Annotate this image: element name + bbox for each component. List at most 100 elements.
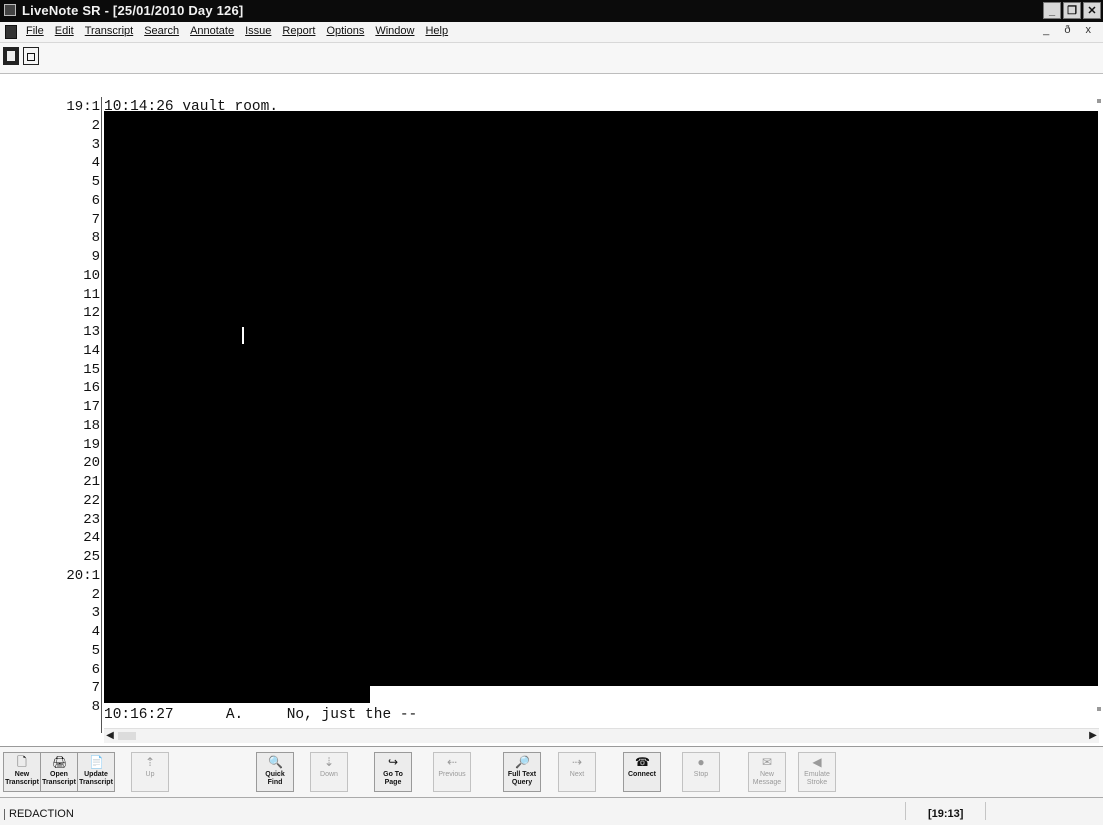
down-icon: ⇣ (323, 755, 335, 769)
minimize-button[interactable]: _ (1043, 2, 1061, 19)
connect-button[interactable]: ☎ Connect (623, 752, 661, 792)
menu-search[interactable]: Search (144, 25, 179, 37)
mdi-controls[interactable]: _ ð x (1043, 24, 1097, 36)
menu-file[interactable]: File (26, 25, 44, 37)
transcript-line-last[interactable]: 10:16:27 A. No, just the -- (104, 707, 417, 723)
menu-edit[interactable]: Edit (55, 25, 74, 37)
emulate-stroke-icon: ◀ (812, 755, 822, 769)
menu-transcript[interactable]: Transcript (85, 25, 134, 37)
menu-options[interactable]: Options (326, 25, 364, 37)
line-number-gutter: 19:1 2 3 4 5 6 7 8 9 10 11 12 13 14 15 16 17 18 19 20 21 22 23… (0, 99, 100, 723)
line-number: 20:1 (66, 567, 100, 584)
menu-issue[interactable]: Issue (245, 25, 271, 37)
scroll-left-arrow-icon[interactable]: ◀ (104, 730, 116, 742)
menu-help[interactable]: Help (425, 25, 448, 37)
toolbar-button-label: Emulate Stroke (804, 771, 830, 786)
toolbar-button-label: Full Text Query (507, 771, 537, 786)
menu-window[interactable]: Window (375, 25, 414, 37)
toolbar-button-label: New Message (752, 771, 782, 786)
status-divider (985, 802, 986, 820)
connect-icon: ☎ (635, 755, 650, 769)
previous-icon: ⇠ (446, 755, 458, 769)
cursor-position: [19:13] (928, 808, 964, 820)
line-number: 24 (83, 530, 100, 547)
line-number: 21 (83, 474, 100, 490)
view-toolbar (0, 43, 1103, 74)
toolbar-button-label: New Transcript (5, 771, 39, 786)
go-to-page-icon: ↪ (387, 755, 399, 769)
transcript-pane[interactable]: 19:1 2 3 4 5 6 7 8 9 10 11 12 13 14 15 16 17 18 19 20 21 22 23… (0, 95, 1103, 743)
full-text-query-icon: 🔎 (515, 755, 530, 769)
line-number: 18 (83, 417, 100, 434)
redaction-block-tail (104, 685, 370, 703)
up-button[interactable]: ⇡ Up (131, 752, 169, 792)
previous-button[interactable]: ⇠ Previous (433, 752, 471, 792)
quick-find-button[interactable]: 🔍 Quick Find (256, 752, 294, 792)
scroll-right-arrow-icon[interactable]: ▶ (1087, 730, 1099, 742)
line-number: 12 (83, 305, 100, 322)
line-number: 4 (91, 155, 100, 172)
vertical-scroll-marker-bottom[interactable] (1097, 707, 1101, 711)
line-number: 19 (83, 436, 100, 453)
new-message-icon: ✉ (761, 755, 773, 769)
close-button[interactable]: ✕ (1083, 2, 1101, 19)
lock-icon[interactable] (23, 47, 39, 65)
line-number: 3 (91, 136, 100, 153)
restore-button[interactable]: ❐ (1063, 2, 1081, 19)
app-icon[interactable] (4, 4, 16, 16)
stop-button[interactable]: ● Stop (682, 752, 720, 792)
line-number: 23 (83, 511, 100, 528)
next-icon: ⇢ (571, 755, 583, 769)
title-bar: LiveNote SR - [25/01/2010 Day 126] _ ❐ ✕ (0, 0, 1103, 22)
new-transcript-button[interactable]: 🗋 New Transcript (3, 752, 41, 792)
main-toolbar: 🗋 New Transcript 🖨 Open Transcript 📄 Update T… (0, 746, 1103, 797)
scroll-thumb[interactable] (118, 732, 136, 740)
line-number: 11 (83, 286, 100, 303)
line-number: 5 (91, 642, 100, 659)
vertical-scroll-marker-top[interactable] (1097, 99, 1101, 103)
window-title: LiveNote SR - [25/01/2010 Day 126] (22, 3, 244, 18)
line-number: 14 (83, 342, 100, 359)
menu-annotate[interactable]: Annotate (190, 25, 234, 37)
go-to-page-button[interactable]: ↪ Go To Page (374, 752, 412, 792)
line-number: 8 (91, 230, 100, 247)
toolbar-button-label: Connect (628, 771, 656, 778)
emulate-stroke-button[interactable]: ◀ Emulate Stroke (798, 752, 836, 792)
menu-report[interactable]: Report (282, 25, 315, 37)
line-number: 16 (83, 380, 100, 397)
status-message: REDACTION (9, 808, 74, 820)
line-number: 25 (83, 549, 100, 565)
status-divider (905, 802, 906, 820)
quick-find-icon: 🔍 (268, 755, 283, 769)
open-transcript-icon: 🖨 (52, 755, 68, 769)
line-number: 13 (83, 324, 100, 340)
line-number: 20 (83, 455, 100, 472)
toolbar-button-label: Up (145, 771, 155, 778)
text-cursor (242, 327, 244, 344)
down-button[interactable]: ⇣ Down (310, 752, 348, 792)
menu-bar: File Edit Transcript Search Annotate Iss… (0, 22, 1103, 43)
update-transcript-icon: 📄 (89, 755, 104, 769)
redaction-block (104, 111, 1098, 686)
open-transcript-button[interactable]: 🖨 Open Transcript (40, 752, 78, 792)
line-number: 17 (83, 399, 100, 415)
full-text-query-button[interactable]: 🔎 Full Text Query (503, 752, 541, 792)
toolbar-button-label: Quick Find (265, 771, 285, 786)
line-number: 2 (91, 586, 100, 603)
line-number: 6 (91, 192, 100, 209)
line-number: 4 (91, 624, 100, 640)
line-number: 19:1 (66, 99, 100, 115)
horizontal-scrollbar[interactable]: ◀ ▶ (104, 728, 1099, 743)
line-number: 7 (91, 680, 100, 697)
view-mode-button[interactable] (3, 47, 19, 65)
next-button[interactable]: ⇢ Next (558, 752, 596, 792)
gutter-divider (101, 97, 102, 733)
new-message-button[interactable]: ✉ New Message (748, 752, 786, 792)
update-transcript-button[interactable]: 📄 Update Transcript (77, 752, 115, 792)
document-icon[interactable] (5, 25, 17, 39)
toolbar-button-label: Open Transcript (42, 771, 76, 786)
line-number: 15 (83, 361, 100, 378)
line-number: 8 (91, 699, 100, 715)
status-bar: REDACTION [19:13] (0, 797, 1103, 825)
stop-icon: ● (697, 755, 705, 769)
